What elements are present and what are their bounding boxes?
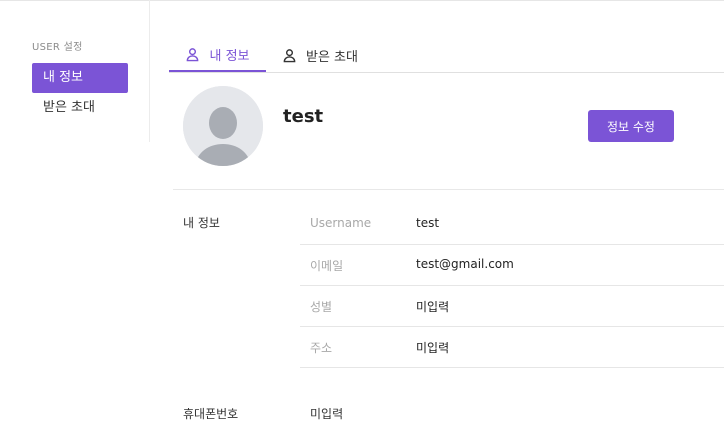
info-key: Username (310, 216, 372, 230)
info-row-email: 이메일 test@gmail.com (300, 244, 724, 286)
info-key: 이메일 (310, 259, 344, 273)
user-icon (187, 47, 199, 61)
avatar (183, 86, 263, 166)
edit-info-button[interactable]: 정보 수정 (588, 110, 674, 142)
info-value: 미입력 (416, 300, 450, 314)
section-title-my-info: 내 정보 (183, 216, 220, 230)
default-avatar-icon (183, 86, 263, 166)
info-value: test@gmail.com (416, 257, 514, 271)
tab-label: 받은 초대 (306, 49, 358, 65)
info-value: 미입력 (416, 341, 450, 355)
divider (173, 189, 724, 190)
tab-invitations[interactable]: 받은 초대 (282, 38, 358, 72)
tab-label: 내 정보 (209, 48, 250, 64)
info-key: 성별 (310, 300, 333, 314)
sidebar: USER 설정 내 정보 받은 초대 (0, 0, 150, 142)
sidebar-item-invitations[interactable]: 받은 초대 (32, 93, 128, 123)
tab-my-info[interactable]: 내 정보 (169, 38, 266, 72)
sidebar-heading: USER 설정 (32, 42, 83, 53)
info-row-username: Username test (300, 203, 724, 245)
user-icon (283, 48, 296, 62)
phone-label: 휴대폰번호 (183, 407, 239, 421)
tab-bar: 내 정보 받은 초대 (169, 38, 724, 73)
info-key: 주소 (310, 341, 333, 355)
info-row-gender: 성별 미입력 (300, 285, 724, 327)
sidebar-item-my-info[interactable]: 내 정보 (32, 63, 128, 93)
profile-name: test (283, 106, 324, 127)
info-value: test (416, 216, 440, 230)
phone-value: 미입력 (310, 407, 344, 421)
info-row-address: 주소 미입력 (300, 326, 724, 368)
